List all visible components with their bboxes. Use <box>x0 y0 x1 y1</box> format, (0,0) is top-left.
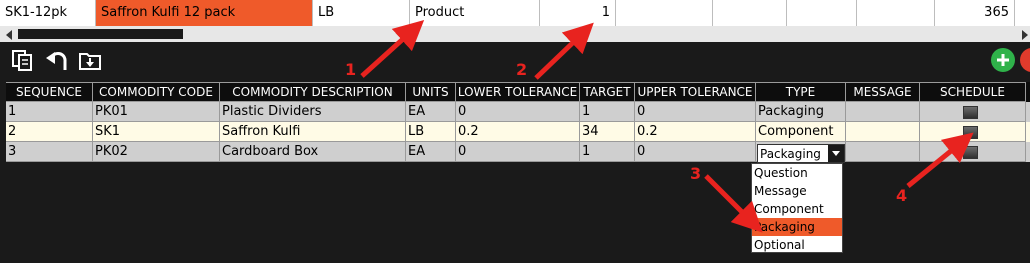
units-cell[interactable]: LB <box>406 122 456 142</box>
parent-unit-cell[interactable]: LB <box>313 0 410 26</box>
scroll-left-arrow-icon[interactable] <box>6 30 12 40</box>
copy-icon[interactable] <box>10 48 36 72</box>
type-cell[interactable]: Component <box>756 122 846 142</box>
horizontal-scrollbar[interactable] <box>0 26 1030 42</box>
message-cell[interactable] <box>846 122 920 142</box>
annotation-label-3: 3 <box>690 164 702 183</box>
header-upper-tolerance[interactable]: UPPER TOLERANCE <box>635 82 756 102</box>
add-icon[interactable] <box>990 47 1016 73</box>
header-target[interactable]: TARGET <box>580 82 635 102</box>
parent-description-cell[interactable]: Saffron Kulfi 12 pack <box>96 0 313 26</box>
table-row[interactable]: 2 SK1 Saffron Kulfi LB 0.2 34 0.2 Compon… <box>6 122 1030 142</box>
upper-tolerance-cell[interactable]: 0 <box>635 102 756 122</box>
lower-tolerance-cell[interactable]: 0 <box>456 102 580 122</box>
dropdown-option-question[interactable]: Question <box>752 164 842 182</box>
parent-empty-cell-2[interactable] <box>713 0 787 26</box>
message-cell[interactable] <box>846 142 920 162</box>
chevron-down-icon[interactable] <box>828 145 844 162</box>
table-row[interactable]: 3 PK02 Cardboard Box EA 0 1 0 <box>6 142 1030 162</box>
parent-code-cell[interactable]: SK1-12pk <box>0 0 96 26</box>
header-lower-tolerance[interactable]: LOWER TOLERANCE <box>456 82 580 102</box>
download-icon[interactable] <box>78 48 104 72</box>
scroll-right-arrow-icon[interactable] <box>1022 30 1028 40</box>
commodity-description-cell[interactable]: Cardboard Box <box>220 142 406 162</box>
commodity-description-cell[interactable]: Plastic Dividers <box>220 102 406 122</box>
annotation-arrow-3 <box>704 174 763 233</box>
annotation-label-2: 2 <box>516 60 528 79</box>
commodity-description-cell[interactable]: Saffron Kulfi <box>220 122 406 142</box>
target-cell[interactable]: 34 <box>580 122 635 142</box>
upper-tolerance-cell[interactable]: 0.2 <box>635 122 756 142</box>
dropdown-option-packaging[interactable]: Packaging <box>752 218 842 236</box>
header-sequence[interactable]: SEQUENCE <box>6 82 93 102</box>
message-cell[interactable] <box>846 102 920 122</box>
commodity-code-cell[interactable]: SK1 <box>93 122 220 142</box>
parent-empty-cell-4[interactable] <box>857 0 935 26</box>
splitter-grip[interactable] <box>500 74 560 89</box>
lower-tolerance-cell[interactable]: 0 <box>456 142 580 162</box>
delete-icon[interactable] <box>1020 47 1030 73</box>
lower-tolerance-cell[interactable]: 0.2 <box>456 122 580 142</box>
parent-empty-cell-1[interactable] <box>616 0 713 26</box>
undo-icon[interactable] <box>44 48 70 72</box>
annotation-label-1: 1 <box>345 60 357 79</box>
header-commodity-code[interactable]: COMMODITY CODE <box>93 82 220 102</box>
schedule-cell[interactable] <box>920 142 1026 162</box>
header-units[interactable]: UNITS <box>406 82 456 102</box>
annotation-label-4: 4 <box>896 186 908 205</box>
table-row[interactable]: 1 PK01 Plastic Dividers EA 0 1 0 Packagi… <box>6 102 1030 122</box>
schedule-cell[interactable] <box>920 122 1026 142</box>
schedule-cell[interactable] <box>920 102 1026 122</box>
type-cell[interactable]: Packaging <box>756 102 846 122</box>
grid-header-row: SEQUENCE COMMODITY CODE COMMODITY DESCRI… <box>6 82 1030 102</box>
schedule-button[interactable] <box>963 106 978 119</box>
target-cell[interactable]: 1 <box>580 142 635 162</box>
commodity-code-cell[interactable]: PK02 <box>93 142 220 162</box>
parent-value-cell[interactable]: 365 <box>935 0 1015 26</box>
sequence-cell[interactable]: 1 <box>6 102 93 122</box>
parent-type-cell[interactable]: Product <box>410 0 540 26</box>
header-type[interactable]: TYPE <box>756 82 846 102</box>
sequence-cell[interactable]: 2 <box>6 122 93 142</box>
units-cell[interactable]: EA <box>406 102 456 122</box>
target-cell[interactable]: 1 <box>580 102 635 122</box>
dropdown-option-message[interactable]: Message <box>752 182 842 200</box>
sequence-cell[interactable]: 3 <box>6 142 93 162</box>
units-cell[interactable]: EA <box>406 142 456 162</box>
commodity-code-cell[interactable]: PK01 <box>93 102 220 122</box>
parent-empty-cell-3[interactable] <box>787 0 857 26</box>
header-schedule[interactable]: SCHEDULE <box>920 82 1026 102</box>
scrollbar-thumb[interactable] <box>18 29 183 39</box>
type-select-value: Packaging <box>760 147 821 161</box>
header-message[interactable]: MESSAGE <box>846 82 920 102</box>
dropdown-option-component[interactable]: Component <box>752 200 842 218</box>
type-dropdown-list[interactable]: Question Message Component Packaging Opt… <box>751 163 843 253</box>
type-select[interactable]: Packaging <box>757 144 845 163</box>
parent-qty-cell[interactable]: 1 <box>540 0 616 26</box>
header-commodity-description[interactable]: COMMODITY DESCRIPTION <box>220 82 406 102</box>
parent-row[interactable]: SK1-12pk Saffron Kulfi 12 pack LB Produc… <box>0 0 1030 27</box>
upper-tolerance-cell[interactable]: 0 <box>635 142 756 162</box>
schedule-button[interactable] <box>963 146 978 159</box>
schedule-button[interactable] <box>963 126 978 139</box>
dropdown-option-optional[interactable]: Optional <box>752 236 842 254</box>
